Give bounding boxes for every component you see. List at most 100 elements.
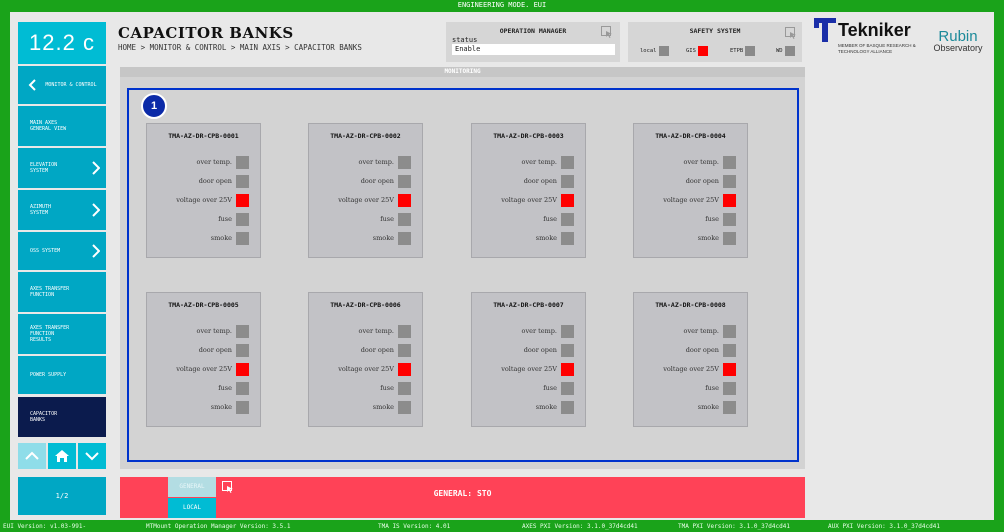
alarm-label: over temp.	[196, 327, 232, 335]
alarm-row: fuse	[472, 213, 585, 226]
capacitor-bank-card: TMA-AZ-DR-CPB-0002 over temp. door open vol…	[308, 123, 423, 258]
pointer-select-icon[interactable]	[601, 26, 613, 38]
alarm-row: fuse	[147, 213, 260, 226]
scroll-down-button[interactable]	[78, 443, 106, 469]
alarm-row: voltage over 25V	[147, 194, 260, 207]
capacitor-bank-name: TMA-AZ-DR-CPB-0005	[168, 301, 239, 309]
alarm-indicator	[723, 325, 736, 338]
tekniker-name: Tekniker	[838, 20, 911, 40]
tab-general[interactable]: GENERAL	[168, 477, 216, 497]
alarm-row: fuse	[309, 382, 422, 395]
sidebar-item-label: ELEVATION SYSTEM	[30, 162, 58, 174]
pointer-select-icon[interactable]	[785, 27, 797, 39]
alarm-indicator	[723, 232, 736, 245]
sidebar-item-label: AXES TRANSFER FUNCTION RESULTS	[30, 325, 70, 343]
sidebar-pager[interactable]: 1/2	[18, 477, 106, 515]
version-footer: EUI Version: v1.03-991- MTMount Operatio…	[0, 522, 1004, 532]
alarm-label: smoke	[210, 403, 232, 411]
alarm-label: fuse	[218, 384, 232, 392]
alarm-label: smoke	[535, 234, 557, 242]
sidebar-item-monitor-control[interactable]: MONITOR & CONTROL	[18, 66, 106, 104]
alarm-label: door open	[523, 346, 557, 354]
alarm-indicator	[236, 344, 249, 357]
alarm-row: door open	[634, 344, 747, 357]
alarm-indicator	[398, 363, 411, 376]
alarm-label: fuse	[380, 384, 394, 392]
breadcrumb[interactable]: HOME > MONITOR & CONTROL > MAIN AXIS > C…	[118, 43, 362, 52]
alarm-indicator	[561, 232, 574, 245]
sidebar-item-power-supply[interactable]: POWER SUPPLY	[18, 356, 106, 394]
tekniker-mark-icon	[814, 18, 836, 42]
alarm-row: over temp.	[634, 325, 747, 338]
safety-system-title: SAFETY SYSTEM	[689, 27, 741, 35]
rubin-subtitle: Observatory	[933, 43, 983, 53]
alarm-row: fuse	[634, 213, 747, 226]
tma-is-version: TMA IS Version: 4.01	[378, 523, 451, 530]
sidebar-item-azimuth-system[interactable]: AZIMUTH SYSTEM	[18, 190, 106, 230]
alarm-row: fuse	[472, 382, 585, 395]
alarm-row: smoke	[634, 232, 747, 245]
capacitor-bank-name: TMA-AZ-DR-CPB-0006	[330, 301, 401, 309]
alarm-row: voltage over 25V	[309, 194, 422, 207]
aux-pxi-version: AUX PXI Version: 3.1.0_37d4cd41	[828, 523, 940, 530]
capacitor-bank-name: TMA-AZ-DR-CPB-0001	[168, 132, 239, 140]
alarm-row: fuse	[634, 382, 747, 395]
alarm-label: smoke	[210, 234, 232, 242]
tab-local[interactable]: LOCAL	[168, 498, 216, 518]
alarm-label: door open	[685, 346, 719, 354]
alarm-indicator	[398, 175, 411, 188]
sidebar-item-main-axes-general-view[interactable]: MAIN AXES GENERAL VIEW	[18, 106, 106, 146]
sidebar-item-elevation-system[interactable]: ELEVATION SYSTEM	[18, 148, 106, 188]
safety-indicator-label: WD	[776, 48, 783, 54]
alarm-indicator	[561, 344, 574, 357]
alarm-row: over temp.	[309, 325, 422, 338]
alarm-indicator	[723, 401, 736, 414]
mode-banner: ENGINEERING MODE. EUI	[457, 1, 547, 9]
alarm-indicator	[398, 325, 411, 338]
alarm-row: over temp.	[472, 156, 585, 169]
eui-version: EUI Version: v1.03-991-	[3, 523, 87, 530]
operation-manager-title: OPERATION MANAGER	[499, 27, 567, 35]
alarm-label: voltage over 25V	[663, 365, 719, 373]
alarm-indicator	[236, 232, 249, 245]
alarm-row: smoke	[309, 401, 422, 414]
alarm-label: fuse	[543, 384, 557, 392]
alarm-row: over temp.	[147, 325, 260, 338]
alarm-row: voltage over 25V	[634, 194, 747, 207]
sidebar-item-capacitor-banks[interactable]: CAPACITOR BANKS	[18, 397, 106, 437]
alarm-row: door open	[147, 175, 260, 188]
sidebar-item-axes-transfer-function[interactable]: AXES TRANSFER FUNCTION	[18, 272, 106, 312]
capacitor-bank-name: TMA-AZ-DR-CPB-0002	[330, 132, 401, 140]
alarm-indicator	[723, 363, 736, 376]
alarm-label: over temp.	[521, 327, 557, 335]
alarm-label: fuse	[543, 215, 557, 223]
scroll-up-button[interactable]	[18, 443, 46, 469]
alarm-indicator	[561, 156, 574, 169]
alarm-label: voltage over 25V	[663, 196, 719, 204]
alarm-indicator	[236, 213, 249, 226]
alarm-indicator	[723, 382, 736, 395]
alarm-label: door open	[523, 177, 557, 185]
capacitor-bank-card: TMA-AZ-DR-CPB-0005 over temp. door open vol…	[146, 292, 261, 427]
alarm-row: smoke	[147, 401, 260, 414]
alarm-indicator	[723, 213, 736, 226]
alarm-row: door open	[472, 344, 585, 357]
capacitor-bank-card: TMA-AZ-DR-CPB-0003 over temp. door open vol…	[471, 123, 586, 258]
sidebar-item-oss-system[interactable]: OSS SYSTEM	[18, 232, 106, 270]
home-button[interactable]	[48, 443, 76, 469]
sidebar-item-label: AZIMUTH SYSTEM	[30, 204, 52, 216]
alarm-label: over temp.	[521, 158, 557, 166]
alarm-row: door open	[634, 175, 747, 188]
alarm-indicator	[398, 213, 411, 226]
chevron-left-icon	[28, 79, 36, 91]
safety-indicator-light	[745, 46, 756, 56]
alarm-label: door open	[198, 346, 232, 354]
sidebar-item-axes-transfer-function-results[interactable]: AXES TRANSFER FUNCTION RESULTS	[18, 314, 106, 354]
operation-manager-panel: OPERATION MANAGER status Enable	[446, 22, 620, 62]
safety-indicator-light	[658, 46, 669, 56]
alarm-label: voltage over 25V	[338, 365, 394, 373]
pointer-select-icon[interactable]	[222, 481, 234, 493]
safety-indicator-local: local	[640, 46, 669, 56]
alarm-label: fuse	[705, 384, 719, 392]
alarm-row: fuse	[309, 213, 422, 226]
